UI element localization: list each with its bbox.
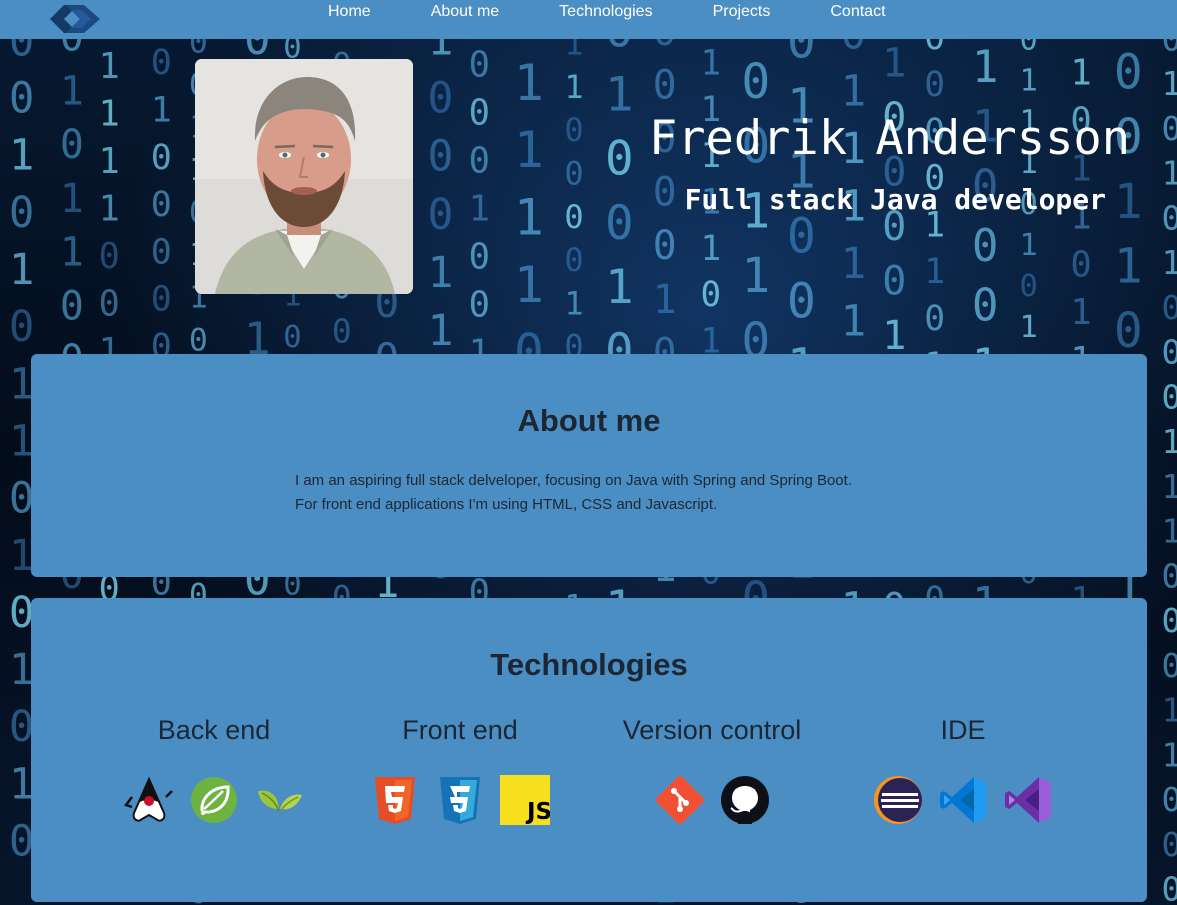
tech-group-back-end: Back end (94, 712, 334, 825)
profile-photo (195, 59, 413, 294)
tech-group-title: IDE (940, 715, 986, 745)
spring-icon (191, 777, 237, 823)
nav-link-contact[interactable]: Contact (830, 0, 885, 39)
svg-text:0: 0 (1162, 601, 1177, 640)
javascript-icon: JS (500, 775, 550, 825)
git-icon (655, 776, 704, 824)
svg-text:JS: JS (525, 799, 550, 825)
tech-group-title: Front end (402, 715, 518, 745)
technologies-card: Technologies Back end Front end JS Versi… (31, 598, 1147, 902)
svg-text:0: 0 (1162, 780, 1177, 819)
technologies-title: Technologies (490, 647, 688, 682)
about-card: About me I am an aspiring full stack del… (31, 354, 1147, 577)
html5-icon (375, 777, 415, 824)
nav-link-technologies[interactable]: Technologies (559, 0, 652, 39)
tech-icon-row: JS (340, 775, 580, 825)
java-duke-icon (124, 776, 173, 822)
spring-boot-leaf-icon (258, 790, 302, 812)
tech-icon-row (94, 775, 334, 825)
about-text: I am an aspiring full stack delveloper, … (295, 469, 935, 517)
hero-role: Full stack Java developer (684, 183, 1106, 216)
nav-link-about-me[interactable]: About me (431, 0, 499, 39)
logo-icon[interactable] (48, 3, 102, 35)
hero-section: Fredrik Andersson Full stack Java develo… (0, 39, 1177, 354)
svg-text:0: 0 (1162, 556, 1177, 595)
about-title: About me (517, 403, 661, 438)
nav-links: Home About me Technologies Projects Cont… (328, 0, 946, 39)
svg-text:0: 0 (1162, 870, 1177, 905)
about-line-2: For front end applications I'm using HTM… (295, 496, 718, 513)
svg-text:1: 1 (1162, 691, 1177, 730)
tech-group-ide: IDE (843, 712, 1083, 825)
tech-group-title: Back end (157, 715, 271, 745)
tech-icon-row (592, 775, 832, 825)
svg-text:1: 1 (1162, 512, 1177, 551)
hero-name: Fredrik Andersson (648, 111, 1130, 166)
eclipse-icon (874, 776, 922, 824)
tech-icon-row (843, 775, 1083, 825)
svg-text:1: 1 (1162, 467, 1177, 506)
github-icon (720, 776, 769, 824)
svg-text:0: 0 (1162, 646, 1177, 685)
nav-link-home[interactable]: Home (328, 0, 371, 39)
svg-text:1: 1 (1162, 735, 1177, 774)
tech-group-front-end: Front end JS (340, 712, 580, 825)
about-line-1: I am an aspiring full stack delveloper, … (295, 472, 852, 489)
css3-icon (440, 777, 480, 824)
navbar: Home About me Technologies Projects Cont… (0, 0, 1177, 39)
tech-group-title: Version control (622, 715, 802, 745)
svg-text:1: 1 (1162, 422, 1177, 461)
nav-link-projects[interactable]: Projects (713, 0, 771, 39)
tech-group-version-control: Version control (592, 712, 832, 825)
svg-text:0: 0 (1162, 377, 1177, 416)
vscode-icon (940, 777, 986, 823)
svg-text:0: 0 (1162, 825, 1177, 864)
visual-studio-icon (1005, 777, 1051, 823)
